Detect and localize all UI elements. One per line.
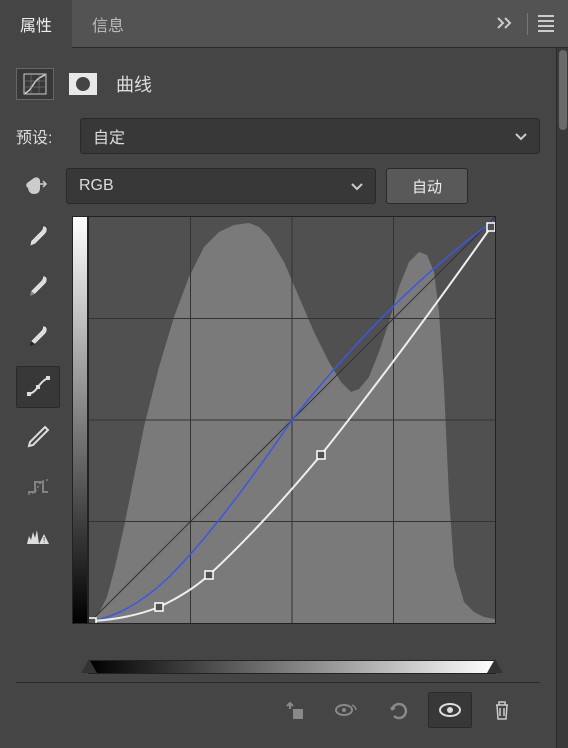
adjustment-title: 曲线 (112, 71, 152, 97)
preset-select[interactable]: 自定 (80, 118, 540, 154)
white-point-slider[interactable] (487, 659, 503, 673)
panel-content: 曲线 预设: 自定 RGB (0, 48, 568, 748)
collapse-icon[interactable] (493, 12, 519, 36)
toggle-visibility-icon[interactable] (428, 692, 472, 728)
clip-to-layer-icon[interactable] (272, 692, 316, 728)
tool-column: ! (16, 216, 62, 674)
black-point-slider[interactable] (81, 659, 97, 673)
channel-row: RGB 自动 (16, 168, 540, 204)
input-gradient[interactable] (88, 660, 496, 674)
tab-info[interactable]: 信息 (72, 0, 144, 48)
scroll-thumb[interactable] (559, 50, 567, 130)
channel-value: RGB (79, 177, 114, 195)
eyedropper-black-icon[interactable] (16, 216, 60, 258)
curve-point-tool-icon[interactable] (16, 366, 60, 408)
histogram-clip-warning-icon[interactable]: ! (16, 516, 60, 558)
chevron-down-icon (351, 179, 363, 194)
preset-label: 预设: (16, 124, 70, 148)
delete-icon[interactable] (480, 692, 524, 728)
smooth-tool-icon (16, 466, 60, 508)
curves-adjustment-icon[interactable] (16, 68, 54, 100)
targeted-adjustment-icon[interactable] (16, 174, 56, 198)
curves-editor: ! (16, 216, 540, 674)
chevron-down-icon (515, 129, 527, 144)
reset-icon[interactable] (376, 692, 420, 728)
separator (527, 13, 528, 35)
auto-button[interactable]: 自动 (386, 168, 468, 204)
tab-properties[interactable]: 属性 (0, 0, 72, 48)
panel-menu-icon[interactable] (536, 13, 556, 34)
eyedropper-white-icon[interactable] (16, 316, 60, 358)
layer-mask-icon[interactable] (64, 68, 102, 100)
preset-row: 预设: 自定 (16, 118, 540, 154)
grid-lines (89, 217, 495, 623)
adjustment-header: 曲线 (16, 60, 540, 118)
preset-value: 自定 (93, 124, 125, 148)
tab-bar: 属性 信息 (0, 0, 568, 48)
eyedropper-gray-icon[interactable] (16, 266, 60, 308)
channel-select[interactable]: RGB (66, 168, 376, 204)
pencil-tool-icon[interactable] (16, 416, 60, 458)
graph-wrap (72, 216, 540, 674)
panel-footer (16, 682, 540, 736)
properties-panel: 属性 信息 曲线 (0, 0, 568, 748)
scrollbar[interactable] (556, 48, 568, 748)
output-gradient (72, 216, 88, 624)
svg-text:!: ! (43, 536, 45, 545)
curves-graph[interactable] (88, 216, 496, 624)
view-previous-state-icon[interactable] (324, 692, 368, 728)
